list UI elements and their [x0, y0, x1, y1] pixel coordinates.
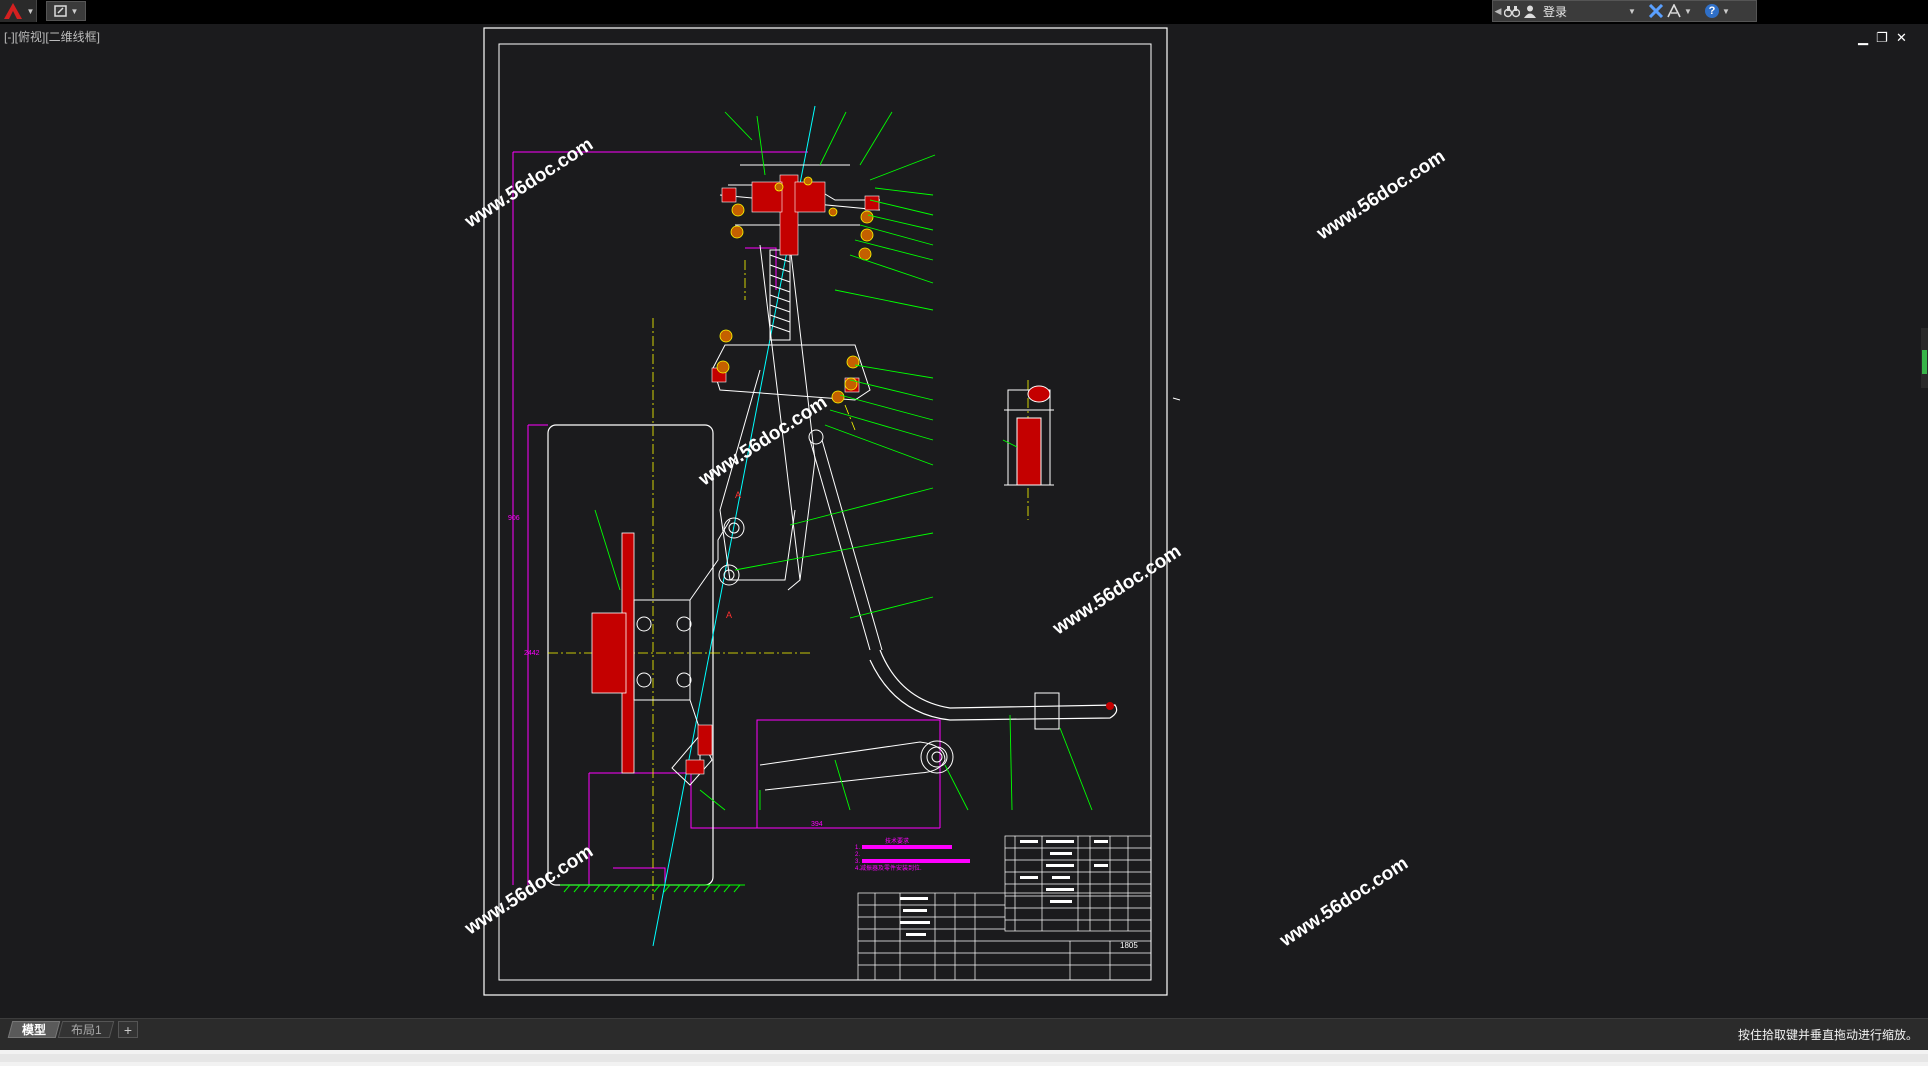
title-block [857, 892, 1152, 981]
user-icon[interactable] [1521, 3, 1539, 19]
quick-access-workspace-button[interactable]: ▼ [46, 1, 86, 21]
title-block-fill [900, 840, 1108, 936]
chevron-down-icon: ▼ [26, 6, 35, 16]
svg-text:www.56doc.com: www.56doc.com [1312, 146, 1449, 245]
cursor-mark [1172, 397, 1181, 401]
dimension-text: 906 [508, 515, 520, 522]
scroll-left-icon[interactable]: ◀ [1493, 3, 1503, 19]
drawing-canvas[interactable]: 906 2442 394 A A 技术要求 1. 2. 3. 4.减振器及零件安… [0, 24, 1928, 1018]
ground-hatch [560, 884, 745, 893]
svg-text:www.56doc.com: www.56doc.com [460, 134, 597, 233]
title-block-code: 1805 [1120, 941, 1138, 950]
ball-joint-section [685, 724, 713, 775]
chevron-down-icon[interactable]: ▼ [1721, 3, 1731, 19]
tech-requirements: 1. 2. 3. 4.减振器及零件安装到位. [855, 845, 970, 872]
dimension-text: 394 [811, 821, 823, 828]
add-layout-button[interactable]: + [118, 1021, 138, 1038]
svg-text:A: A [726, 610, 732, 620]
help-icon[interactable]: ? [1703, 3, 1721, 19]
tab-layout1[interactable]: 布局1 [57, 1021, 115, 1038]
tech-requirements-title: 技术要求 [885, 837, 909, 845]
layout-tab-bar [0, 1018, 1928, 1051]
autodesk-a360-icon[interactable] [1665, 3, 1683, 19]
chevron-down-icon[interactable]: ▼ [1683, 3, 1693, 19]
section-view-a [1004, 385, 1054, 486]
chevron-down-icon: ▼ [70, 6, 79, 16]
center-lines [548, 260, 1029, 900]
dimension-lines [512, 151, 941, 885]
exchange-x-icon[interactable] [1647, 3, 1665, 19]
svg-text:1.: 1. [855, 845, 860, 851]
lower-control-arm [671, 734, 954, 791]
search-binoculars-icon[interactable] [1503, 3, 1521, 19]
svg-text:www.56doc.com: www.56doc.com [1275, 853, 1412, 952]
parts-list-table [1004, 835, 1152, 932]
status-bar [0, 1050, 1928, 1066]
bar-end [1106, 702, 1114, 710]
svg-text:4.减振器及零件安装到位.: 4.减振器及零件安装到位. [855, 864, 922, 872]
anti-roll-bar [869, 649, 1118, 721]
navigation-bar-strip[interactable] [1921, 328, 1928, 388]
command-status-message: 按住拾取键并垂直拖动进行缩放。 [1737, 1028, 1918, 1042]
svg-text:2.: 2. [855, 852, 860, 858]
svg-text:A: A [735, 490, 741, 500]
login-label[interactable]: 登录 [1543, 3, 1623, 20]
chevron-down-icon[interactable]: ▼ [1623, 3, 1641, 19]
infocenter-toolbar: ◀ 登录 ▼ ▼ ? ▼ [1492, 0, 1757, 22]
bushing [1034, 692, 1060, 730]
svg-text:www.56doc.com: www.56doc.com [460, 841, 597, 940]
dimension-text: 2442 [524, 650, 540, 657]
watermarks: www.56doc.com www.56doc.com www.56doc.co… [460, 134, 1449, 952]
svg-text:3.: 3. [855, 859, 860, 865]
svg-text:www.56doc.com: www.56doc.com [1048, 541, 1185, 640]
autocad-a-logo-icon [3, 3, 22, 19]
application-menu-button[interactable]: ▼ [0, 0, 37, 22]
workspace-icon [53, 5, 67, 17]
tab-model[interactable]: 模型 [7, 1021, 61, 1038]
